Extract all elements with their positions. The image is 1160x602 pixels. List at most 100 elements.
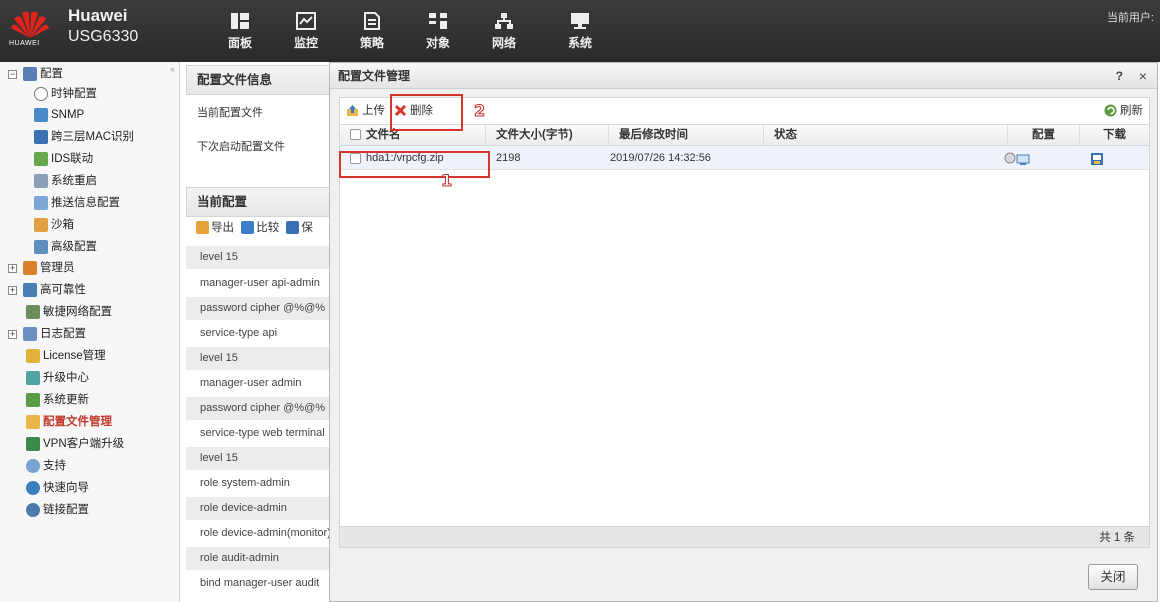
expand-icon[interactable]: +: [8, 330, 17, 339]
close-button[interactable]: 关闭: [1088, 564, 1138, 590]
config-line: role device-admin(monitor): [200, 527, 331, 539]
tree-item-license[interactable]: License管理: [26, 346, 106, 366]
current-config-header: 当前配置: [186, 187, 336, 217]
column-modified[interactable]: 最后修改时间: [609, 125, 764, 145]
config-line: level 15: [186, 447, 336, 470]
upload-button[interactable]: 上传: [346, 102, 385, 118]
nav-tab-network[interactable]: 网络: [474, 12, 534, 56]
huawei-logo: HUAWEI Huawei USG6330: [0, 0, 172, 62]
clock-icon: [34, 86, 48, 101]
select-all-checkbox[interactable]: [350, 129, 361, 141]
tree-item-config-file-mgmt[interactable]: 配置文件管理: [26, 412, 112, 432]
total-count: 共 1 条: [1099, 532, 1135, 544]
tree-item-support[interactable]: 支持: [26, 456, 66, 476]
link-config-icon: [26, 502, 40, 517]
tree-item-vpn-client[interactable]: VPN客户端升级: [26, 434, 124, 454]
advanced-config-icon: [34, 239, 48, 254]
tree-item-log[interactable]: + 日志配置: [8, 324, 86, 344]
download-button[interactable]: [1090, 151, 1104, 175]
refresh-button[interactable]: 刷新: [1104, 102, 1143, 118]
device-model: USG6330: [68, 28, 139, 45]
config-line: level 15: [186, 347, 336, 370]
tree-item-admin[interactable]: + 管理员: [8, 258, 75, 278]
tree-item-l3-mac[interactable]: 跨三层MAC识别: [34, 127, 134, 147]
reboot-icon: [34, 173, 48, 188]
nav-tab-monitor[interactable]: 监控: [276, 12, 336, 56]
tree-item-advanced[interactable]: 高级配置: [34, 237, 97, 257]
monitor-icon: [296, 12, 316, 30]
config-line: level 15: [186, 246, 336, 269]
config-line: service-type api: [200, 327, 278, 339]
nav-tab-label: 网络: [491, 36, 516, 50]
config-line: role device-admin: [186, 497, 336, 520]
column-status[interactable]: 状态: [764, 125, 1008, 145]
upgrade-center-icon: [26, 370, 40, 385]
annotation-number-1: 1: [440, 171, 453, 191]
config-line: manager-user api-admin: [200, 277, 320, 289]
config-line: service-type web terminal: [200, 427, 325, 439]
logo-wordmark: HUAWEI: [9, 40, 40, 47]
nav-tab-policy[interactable]: 策略: [342, 12, 402, 56]
save-button[interactable]: 保: [286, 221, 313, 235]
top-navigation-bar: HUAWEI Huawei USG6330 面板 监控 策略 对象 网络 系统 …: [0, 0, 1160, 62]
system-icon: [571, 13, 589, 29]
nav-tab-label: 策略: [359, 36, 384, 50]
config-line: password cipher @%@%: [186, 297, 336, 320]
tree-item-config[interactable]: − 配置: [8, 64, 63, 84]
high-availability-icon: [23, 282, 37, 297]
tree-item-reboot[interactable]: 系统重启: [34, 171, 97, 191]
column-size[interactable]: 文件大小(字节): [486, 125, 609, 145]
sandbox-icon: [34, 217, 48, 232]
tree-item-snmp[interactable]: SNMP: [34, 105, 84, 125]
nav-tab-label: 系统: [567, 36, 592, 50]
file-modified-cell: 2019/07/26 14:32:56: [610, 152, 711, 164]
dialog-footer: 共 1 条: [339, 526, 1150, 548]
snmp-icon: [34, 107, 48, 122]
nav-tab-system[interactable]: 系统: [550, 12, 610, 56]
tree-item-upgrade-center[interactable]: 升级中心: [26, 368, 89, 388]
export-button[interactable]: 导出: [196, 221, 234, 235]
collapse-icon[interactable]: −: [8, 70, 17, 79]
config-file-folder-icon: [26, 414, 40, 429]
compare-icon: [241, 221, 255, 235]
tree-item-wizard[interactable]: 快速向导: [26, 478, 89, 498]
brand-name: Huawei: [68, 6, 128, 25]
tree-item-system-update[interactable]: 系统更新: [26, 390, 89, 410]
annotation-box-file-row: [339, 151, 490, 178]
huawei-logo-icon: [11, 11, 49, 38]
tree-item-push[interactable]: 推送信息配置: [34, 193, 120, 213]
current-config-toolbar: 导出 比较 保: [196, 219, 313, 235]
log-config-icon: [23, 326, 37, 341]
tree-item-ha[interactable]: + 高可靠性: [8, 280, 86, 300]
tree-item-link-config[interactable]: 链接配置: [26, 500, 89, 520]
sidebar-collapse-icon[interactable]: «: [170, 64, 175, 74]
refresh-icon: [1104, 104, 1117, 117]
export-icon: [196, 221, 209, 235]
admin-icon: [23, 260, 37, 275]
current-config-file-label: 当前配置文件: [197, 107, 263, 119]
sidebar-tree: « − 配置 时钟配置 SNMP 跨三层MAC识别 IDS联动 系统重启 推送信息…: [0, 62, 180, 602]
annotation-number-2: 2: [473, 101, 486, 121]
apply-config-button[interactable]: [1004, 151, 1034, 175]
tree-item-clock[interactable]: 时钟配置: [34, 84, 97, 104]
quick-wizard-icon: [26, 480, 40, 495]
vpn-client-icon: [26, 436, 40, 451]
tree-item-ids[interactable]: IDS联动: [34, 149, 93, 169]
upload-icon: [347, 105, 358, 117]
expand-icon[interactable]: +: [8, 286, 17, 295]
dashboard-icon: [231, 13, 249, 29]
nav-tab-object[interactable]: 对象: [408, 12, 468, 56]
close-icon[interactable]: ×: [1139, 63, 1147, 89]
current-user-label: 当前用户:: [1106, 12, 1154, 24]
expand-icon[interactable]: +: [8, 264, 17, 273]
help-icon[interactable]: ?: [1116, 63, 1123, 89]
config-folder-icon: [23, 66, 37, 81]
nav-tab-dashboard[interactable]: 面板: [210, 12, 270, 56]
tree-item-sandbox[interactable]: 沙箱: [34, 215, 74, 235]
tree-item-agile[interactable]: 敏捷网络配置: [26, 302, 112, 322]
nav-tab-label: 对象: [425, 36, 450, 50]
system-update-icon: [26, 392, 40, 407]
column-config: 配置: [1008, 125, 1080, 145]
object-icon: [429, 13, 447, 29]
compare-button[interactable]: 比较: [241, 221, 279, 235]
